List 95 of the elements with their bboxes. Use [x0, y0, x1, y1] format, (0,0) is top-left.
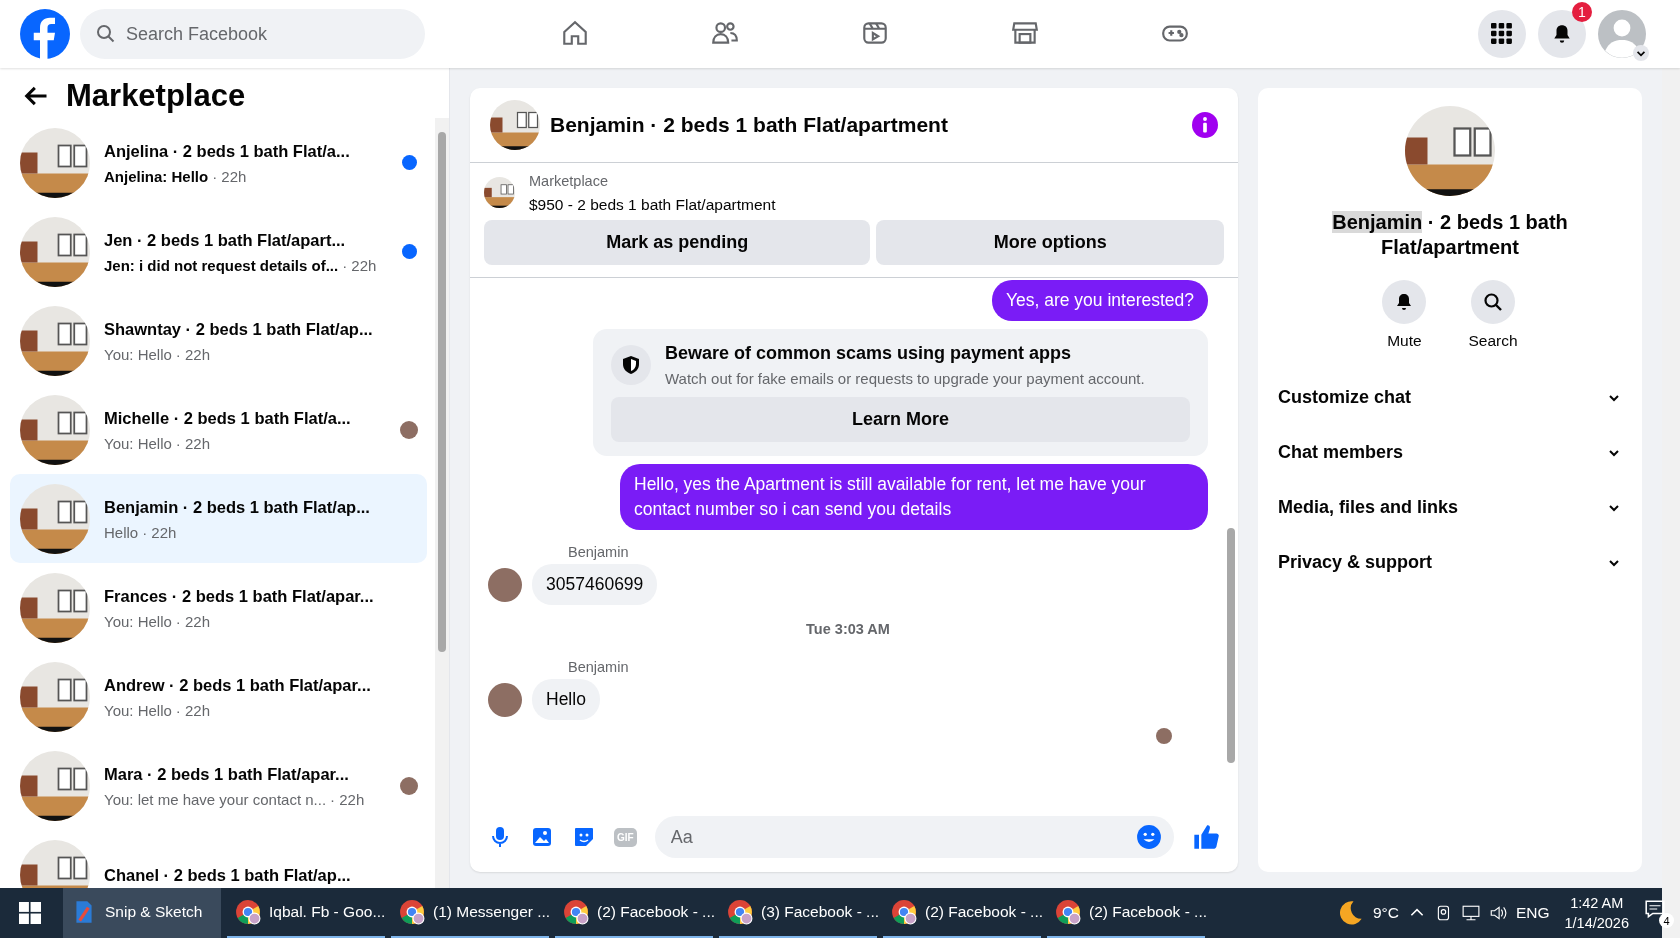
search-field[interactable]: Search Facebook [80, 9, 425, 59]
room-thumbnail [490, 100, 540, 150]
received-message: 3057460699 [532, 564, 658, 605]
thumbs-up-icon[interactable] [1192, 823, 1220, 851]
warning-text: Watch out for fake emails or requests to upgrade your payment account. [665, 370, 1145, 387]
browser-icon [235, 899, 261, 925]
conversation-title: Andrew · 2 beds 1 bath Flat/apar... [104, 675, 371, 696]
room-thumbnail [484, 177, 515, 208]
menu-button[interactable] [1478, 10, 1526, 58]
browser-icon [563, 899, 589, 925]
taskbar-app[interactable]: Iqbal. Fb - Goo... [227, 888, 385, 938]
network-icon[interactable] [1461, 904, 1480, 922]
volume-icon[interactable] [1488, 904, 1507, 922]
image-icon[interactable] [530, 825, 554, 849]
message-time: · 22h [342, 257, 377, 274]
listing-action-button[interactable]: More options [876, 220, 1224, 265]
message-preview: You: Hello [104, 613, 172, 630]
section-header[interactable]: Customize chat [1268, 370, 1632, 425]
message-preview: You: Hello [104, 346, 172, 363]
message-time: · 22h [175, 613, 211, 630]
message-time: · 22h [212, 168, 247, 185]
message-preview: You: Hello [104, 435, 172, 452]
caret-icon[interactable] [1633, 45, 1649, 61]
notification-badge: 1 [1572, 2, 1592, 22]
browser-icon [891, 899, 917, 925]
section-header[interactable]: Chat members [1268, 425, 1632, 480]
conversation-name: Benjamin · 2 beds 1 bath Flat/apartment [1331, 210, 1569, 260]
message-time: · 22h [330, 791, 365, 808]
taskbar-app[interactable]: (2) Facebook - ... [1047, 888, 1205, 938]
emoji-icon[interactable] [1136, 824, 1162, 850]
language-indicator[interactable]: ENG [1515, 904, 1550, 922]
sent-message: Hello, yes the Apartment is still available for rent, let me have your contact number so i can send you details [620, 464, 1208, 530]
message-preview: You: Hello [104, 702, 172, 719]
scrollbar[interactable] [1662, 68, 1680, 938]
conversation-title: Michelle · 2 beds 1 bath Flat/a... [104, 408, 351, 429]
sticker-icon[interactable] [572, 825, 596, 849]
sender-name: Benjamin [568, 544, 630, 560]
learn-more-button[interactable]: Learn More [611, 397, 1190, 442]
sent-message: Yes, are you interested? [991, 280, 1208, 321]
scrollbar[interactable] [435, 118, 449, 888]
taskbar-app[interactable]: (3) Facebook - ... [719, 888, 877, 938]
message-preview: Hello [104, 524, 139, 541]
clock[interactable]: 1:42 AM 1/14/2026 [1564, 893, 1629, 933]
conversation-title: Benjamin · 2 beds 1 bath Flat/ap... [104, 497, 370, 518]
message-input[interactable]: Aa [654, 816, 1174, 858]
conversation-title: Anjelina · 2 beds 1 bath Flat/a... [104, 141, 350, 162]
taskbar-app[interactable]: Snip & Sketch [63, 888, 221, 938]
grid-icon [1491, 23, 1513, 45]
conversation-title: Jen · 2 beds 1 bath Flat/apart... [104, 230, 346, 251]
conversation-title: Shawntay · 2 beds 1 bath Flat/ap... [104, 319, 373, 340]
message-time: · 22h [175, 346, 211, 363]
avatar [488, 682, 522, 717]
listing-price: $950 - 2 beds 1 bath Flat/apartment [529, 196, 776, 214]
windows-logo[interactable] [19, 902, 41, 924]
browser-icon [1055, 899, 1081, 925]
page-title: Marketplace [66, 78, 246, 114]
conversation-item[interactable]: Shawntay · 2 beds 1 bath Flat/ap... You: Hello · 22h [10, 296, 427, 385]
search-icon [96, 24, 116, 44]
seen-avatar [1156, 728, 1172, 744]
info-icon[interactable] [1192, 112, 1218, 138]
conversation-item[interactable]: Frances · 2 beds 1 bath Flat/apar... You: Hello · 22h [10, 563, 427, 652]
taskbar-app[interactable]: (2) Facebook - ... [883, 888, 1041, 938]
browser-icon [727, 899, 753, 925]
browser-icon [399, 899, 425, 925]
conversation-item[interactable]: Michelle · 2 beds 1 bath Flat/a... You: Hello · 22h [10, 385, 427, 474]
received-message: Hello [532, 679, 600, 720]
shield-icon [621, 355, 641, 375]
listing-action-button[interactable]: Mark as pending [484, 220, 871, 265]
conversation-item[interactable]: Benjamin · 2 beds 1 bath Flat/ap... Hello · 22h [10, 474, 427, 563]
avatar [488, 567, 522, 602]
message-time: · 22h [142, 524, 177, 541]
taskbar-app[interactable]: (2) Facebook - ... [555, 888, 713, 938]
chat-title: Benjamin · 2 beds 1 bath Flat/apartment [550, 113, 949, 137]
conversation-item[interactable]: Andrew · 2 beds 1 bath Flat/apar... You: Hello · 22h [10, 652, 427, 741]
message-time: · 22h [175, 435, 211, 452]
sender-name: Benjamin [568, 659, 630, 675]
facebook-logo[interactable] [20, 9, 70, 59]
taskbar-app[interactable]: (1) Messenger ... [391, 888, 549, 938]
search-icon [1483, 292, 1503, 312]
temperature[interactable]: 9°C [1372, 904, 1399, 922]
section-header[interactable]: Media, files and links [1268, 480, 1632, 535]
message-preview: You: let me have your contact n... [104, 791, 327, 808]
conversation-item[interactable]: Anjelina · 2 beds 1 bath Flat/a... Anjelina: Hello · 22h [10, 118, 427, 207]
message-preview: Anjelina: Hello [104, 168, 209, 185]
conversation-title: Frances · 2 beds 1 bath Flat/apar... [104, 586, 374, 607]
conversation-item[interactable]: Jen · 2 beds 1 bath Flat/apart... Jen: i did not request details of... · 22h [10, 207, 427, 296]
conversation-title: Chanel · 2 beds 1 bath Flat/ap... [104, 864, 351, 886]
warning-title: Beware of common scams using payment apps [665, 343, 1073, 364]
conversation-item[interactable]: Mara · 2 beds 1 bath Flat/apar... You: let me have your contact n... · 22h [10, 741, 427, 830]
section-header[interactable]: Privacy & support [1268, 535, 1632, 590]
message-time: · 22h [175, 702, 211, 719]
conversation-title: Mara · 2 beds 1 bath Flat/apar... [104, 764, 349, 785]
message-timestamp: Tue 3:03 AM [806, 621, 890, 637]
listing-label: Marketplace [529, 173, 609, 189]
message-preview: Jen: i did not request details of... [104, 257, 339, 274]
